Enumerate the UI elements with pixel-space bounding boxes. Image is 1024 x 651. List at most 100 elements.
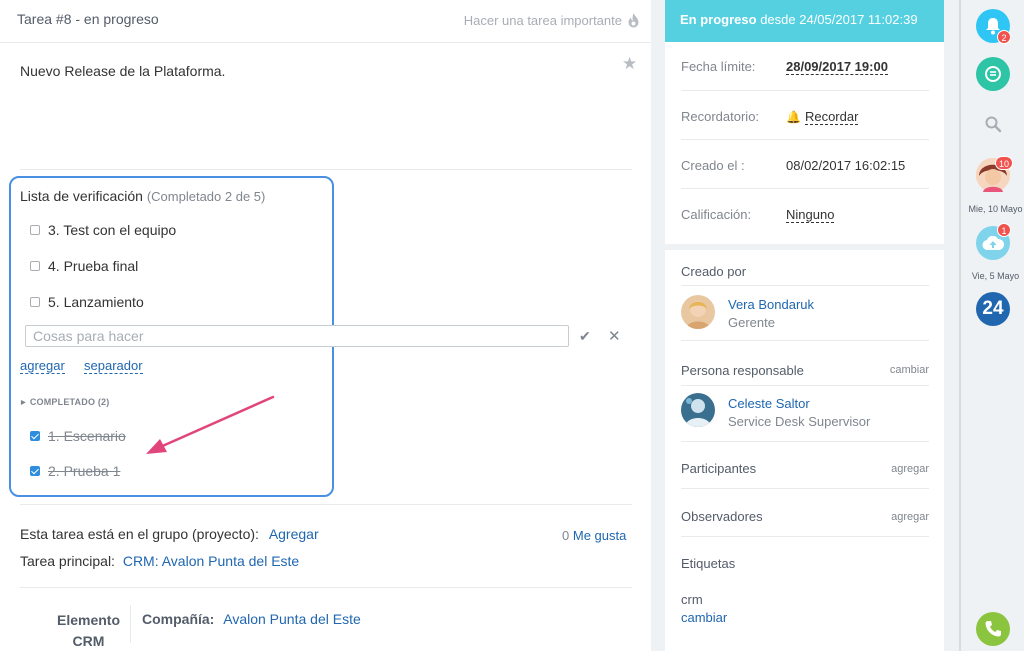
separator-link[interactable]: separador: [84, 359, 143, 374]
checklist-item-label: 3. Test con el equipo: [48, 222, 177, 238]
parent-task-link[interactable]: CRM: Avalon Punta del Este: [123, 553, 299, 569]
responsible-name[interactable]: Celeste Saltor: [728, 396, 810, 411]
reminder-button[interactable]: 🔔 Recordar: [786, 109, 859, 125]
like-count: 0: [562, 528, 570, 543]
checklist-item[interactable]: 5. Lanzamiento: [30, 294, 144, 310]
todo-input[interactable]: [25, 325, 569, 347]
group-label: Esta tarea está en el grupo (proyecto):: [20, 526, 259, 542]
divider: [20, 587, 632, 588]
section-gap: [665, 244, 944, 250]
make-important-label: Hacer una tarea importante: [463, 13, 622, 28]
notifications-button[interactable]: 2: [976, 9, 1011, 44]
confirm-check-icon[interactable]: ✔: [579, 328, 591, 345]
parent-task-label: Tarea principal:: [20, 553, 115, 569]
rating-value[interactable]: Ninguno: [786, 207, 835, 223]
checklist-heading: Lista de verificación: [20, 188, 143, 204]
task-header: Tarea #8 - en progreso Hacer una tarea i…: [0, 0, 651, 43]
checkbox[interactable]: [30, 225, 40, 235]
checkbox-checked[interactable]: [30, 466, 40, 476]
status-bar: En progreso desde 24/05/2017 11:02:39: [665, 0, 944, 42]
crm-company-link[interactable]: Avalon Punta del Este: [223, 611, 361, 627]
divider: [681, 90, 929, 91]
cloud-chat-button[interactable]: 1: [976, 223, 1011, 260]
add-item-link[interactable]: agregar: [20, 359, 65, 374]
avatar[interactable]: [681, 295, 715, 329]
star-icon[interactable]: ★: [622, 54, 637, 74]
add-observer-link[interactable]: agregar: [891, 511, 929, 523]
task-description: Nuevo Release de la Plataforma.: [20, 63, 226, 79]
checklist-item-completed[interactable]: 2. Prueba 1: [30, 463, 120, 479]
checklist-item[interactable]: 4. Prueba final: [30, 258, 138, 274]
close-icon[interactable]: ✕: [608, 327, 621, 345]
checklist-item-label: 2. Prueba 1: [48, 463, 121, 479]
divider: [681, 188, 929, 189]
change-tags-link[interactable]: cambiar: [681, 610, 727, 625]
triangle-right-icon: ▶: [21, 400, 26, 406]
notifications-badge: 2: [997, 30, 1011, 44]
flame-icon: [628, 13, 639, 28]
checkbox-checked[interactable]: [30, 431, 40, 441]
completed-toggle[interactable]: ▶ COMPLETADO (2): [21, 397, 109, 407]
creator-position: Gerente: [728, 315, 775, 330]
observers-heading: Observadores: [681, 509, 763, 524]
like-button[interactable]: 0 Me gusta: [562, 528, 626, 543]
checklist-progress: (Completado 2 de 5): [146, 189, 266, 204]
status-state: En progreso: [680, 12, 757, 27]
change-responsible-link[interactable]: cambiar: [890, 364, 929, 376]
checklist-item-label: 5. Lanzamiento: [48, 294, 144, 310]
chat-badge: 10: [995, 156, 1014, 170]
crm-element-label: Elemento CRM: [56, 612, 120, 649]
created-label: Creado el :: [681, 158, 745, 173]
recent-chat-avatar[interactable]: 10: [976, 156, 1014, 192]
divider: [20, 504, 632, 505]
make-important-button[interactable]: Hacer una tarea importante: [464, 13, 639, 28]
phone-icon: [985, 621, 1001, 637]
open-channels-button[interactable]: [976, 57, 1010, 91]
add-group-link[interactable]: Agregar: [269, 526, 319, 542]
crm-company-label: Compañía:: [142, 611, 215, 627]
status-since: desde 24/05/2017 11:02:39: [760, 12, 918, 27]
tags-heading: Etiquetas: [681, 556, 736, 571]
divider: [681, 488, 929, 489]
reminder-value: Recordar: [804, 109, 859, 125]
deadline-label: Fecha límite:: [681, 59, 756, 74]
avatar[interactable]: [681, 393, 715, 427]
responsible-position: Service Desk Supervisor: [728, 414, 871, 429]
reminder-label: Recordatorio:: [681, 109, 760, 124]
divider: [681, 385, 929, 386]
chat-badge: 1: [997, 223, 1011, 237]
chat-bubble-icon: [985, 66, 1001, 82]
cloud-icon: [982, 235, 1004, 251]
divider: [681, 139, 929, 140]
divider: [681, 285, 929, 286]
search-button[interactable]: [976, 107, 1010, 141]
phone-button[interactable]: [976, 612, 1010, 646]
checklist-item-label: 1. Escenario: [48, 428, 126, 444]
chat-date: Vie, 5 Mayo: [971, 271, 1020, 281]
checkbox[interactable]: [30, 261, 40, 271]
checkbox[interactable]: [30, 297, 40, 307]
checklist-title: Lista de verificación (Completado 2 de 5…: [20, 188, 265, 204]
tag-value: crm: [681, 592, 703, 607]
creator-name[interactable]: Vera Bondaruk: [728, 297, 814, 312]
like-label: Me gusta: [572, 528, 627, 543]
search-icon: [985, 116, 1002, 133]
right-sidebar: 2 10 Mie, 10 Mayo 1 Vie, 5 Mayo 24: [959, 0, 1024, 651]
deadline-value[interactable]: 28/09/2017 19:00: [786, 59, 888, 75]
responsible-heading: Persona responsable: [681, 363, 804, 378]
participants-heading: Participantes: [681, 461, 757, 476]
divider: [20, 169, 632, 170]
bitrix24-logo[interactable]: 24: [976, 292, 1010, 326]
annotation-arrow-icon: [146, 395, 275, 454]
divider: [681, 340, 929, 341]
created-value: 08/02/2017 16:02:15: [786, 158, 906, 173]
logo-text: 24: [982, 298, 1004, 319]
parent-task-row: Tarea principal: CRM: Avalon Punta del E…: [20, 553, 299, 569]
checklist-item-completed[interactable]: 1. Escenario: [30, 428, 126, 444]
add-participant-link[interactable]: agregar: [891, 463, 929, 475]
task-detail-panel: Tarea #8 - en progreso Hacer una tarea i…: [0, 0, 651, 651]
checklist-item[interactable]: 3. Test con el equipo: [30, 222, 176, 238]
task-sidebar-panel: En progreso desde 24/05/2017 11:02:39 Fe…: [665, 0, 944, 651]
chat-date: Mie, 10 Mayo: [968, 204, 1023, 214]
bell-icon: 🔔: [786, 110, 801, 124]
